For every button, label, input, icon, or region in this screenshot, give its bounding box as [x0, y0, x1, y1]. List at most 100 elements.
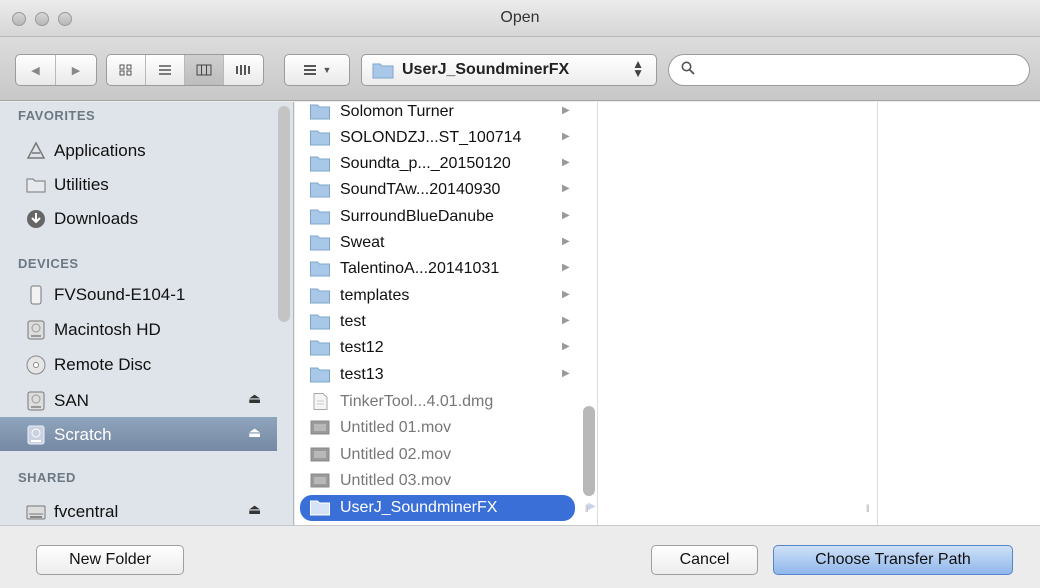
folder-icon — [310, 367, 330, 383]
sidebar-item-utilities[interactable]: Utilities — [0, 167, 277, 201]
toolbar: ◀ ▶ ▼ UserJ_SoundminerFX ▲ ▼ — [0, 37, 1040, 101]
coverflow-view-icon — [236, 65, 251, 75]
hard-disk-icon — [27, 425, 45, 445]
folder-icon — [310, 261, 330, 277]
browser-column-2: ll — [598, 102, 878, 525]
title-bar: Open — [0, 0, 1040, 37]
eject-icon[interactable]: ⏏ — [248, 390, 261, 407]
movie-file-icon — [310, 473, 330, 488]
list-item[interactable]: test12 ▶ — [300, 335, 575, 361]
hard-disk-icon — [27, 320, 45, 340]
column-1-scrollbar[interactable] — [583, 406, 595, 496]
cancel-button[interactable]: Cancel — [651, 545, 758, 575]
folder-icon — [310, 182, 330, 198]
sidebar-scrollbar[interactable] — [278, 106, 290, 322]
column-resize-grip[interactable]: ll — [866, 504, 870, 515]
path-popup[interactable]: UserJ_SoundminerFX ▲ ▼ — [361, 54, 657, 86]
folder-icon — [310, 156, 330, 172]
sidebar-item-label: Scratch — [54, 425, 112, 444]
server-icon — [26, 505, 46, 520]
icon-view-button[interactable] — [107, 55, 146, 85]
applications-icon — [26, 141, 46, 159]
search-field[interactable] — [668, 54, 1030, 86]
sidebar-section-devices: DEVICES — [18, 256, 79, 271]
sidebar-section-shared: SHARED — [18, 470, 76, 485]
forward-icon: ▶ — [71, 64, 81, 77]
arrange-button[interactable]: ▼ — [284, 54, 350, 86]
disclosure-arrow-icon: ▶ — [562, 341, 570, 352]
sidebar-item-label: FVSound-E104-1 — [54, 285, 186, 304]
browser-column-3 — [878, 102, 1040, 525]
sidebar: FAVORITES Applications Utilities Downloa… — [0, 102, 294, 525]
folder-icon — [310, 314, 330, 330]
list-item[interactable]: Untitled 03.mov — [300, 468, 575, 494]
list-item[interactable]: templates ▶ — [300, 283, 575, 309]
sidebar-item-macintosh-hd[interactable]: Macintosh HD — [0, 312, 277, 346]
back-button[interactable]: ◀ — [16, 55, 57, 85]
disclosure-arrow-icon: ▶ — [562, 289, 570, 300]
folder-icon — [26, 178, 46, 193]
list-item[interactable]: SurroundBlueDanube ▶ — [300, 204, 575, 230]
list-view-icon — [159, 65, 171, 75]
sidebar-item-scratch[interactable]: Scratch ⏏ — [0, 417, 277, 451]
sidebar-item-label: Downloads — [54, 209, 139, 228]
folder-icon — [310, 104, 330, 120]
column-view-button[interactable] — [185, 55, 224, 85]
search-input[interactable] — [703, 60, 1013, 80]
forward-button[interactable]: ▶ — [56, 55, 96, 85]
list-item[interactable]: Untitled 01.mov — [300, 415, 575, 441]
list-item[interactable]: Untitled 02.mov — [300, 442, 575, 468]
updown-arrows-icon: ▲ ▼ — [632, 57, 644, 80]
sidebar-item-label: Utilities — [54, 175, 109, 194]
search-icon — [681, 61, 695, 75]
list-item[interactable]: test ▶ — [300, 309, 575, 335]
list-item[interactable]: test13 ▶ — [300, 362, 575, 388]
list-item-selected[interactable]: UserJ_SoundminerFX ▶ — [300, 495, 596, 521]
list-item[interactable]: Sweat ▶ — [300, 230, 575, 256]
eject-icon[interactable]: ⏏ — [248, 424, 261, 441]
sidebar-section-favorites: FAVORITES — [18, 108, 96, 123]
sidebar-item-san[interactable]: SAN ⏏ — [0, 383, 277, 417]
sidebar-item-label: Remote Disc — [54, 355, 152, 374]
window-title: Open — [500, 9, 540, 26]
sidebar-item-fvcentral[interactable]: fvcentral ⏏ — [0, 494, 277, 525]
view-mode-control — [106, 54, 264, 86]
disclosure-arrow-icon: ▶ — [562, 262, 570, 273]
back-icon: ◀ — [31, 64, 40, 77]
list-item[interactable]: Soundta_p..._20150120 ▶ — [300, 151, 575, 177]
list-item[interactable]: TalentinoA...20141031 ▶ — [300, 256, 575, 282]
sidebar-item-applications[interactable]: Applications — [0, 133, 277, 167]
document-icon — [313, 393, 328, 410]
folder-icon — [310, 209, 330, 225]
coverflow-view-button[interactable] — [224, 55, 263, 85]
downloads-icon — [27, 210, 45, 228]
disclosure-arrow-icon: ▶ — [562, 368, 570, 379]
list-item[interactable]: SOLONDZJ...ST_100714 ▶ — [300, 125, 575, 151]
column-view-icon — [196, 64, 212, 76]
arrange-control: ▼ — [285, 55, 349, 85]
sidebar-item-remote-disc[interactable]: Remote Disc — [0, 347, 277, 381]
list-item[interactable]: TinkerTool...4.01.dmg — [300, 389, 575, 415]
disclosure-arrow-icon: ▶ — [588, 501, 596, 512]
sidebar-item-fvsound[interactable]: FVSound-E104-1 — [0, 277, 277, 311]
disclosure-arrow-icon: ▶ — [562, 236, 570, 247]
sidebar-item-label: fvcentral — [54, 502, 119, 521]
bottom-bar: New Folder Cancel Choose Transfer Path — [0, 525, 1040, 588]
new-folder-button[interactable]: New Folder — [36, 545, 184, 575]
chevron-down-icon: ▼ — [322, 65, 332, 75]
list-view-button[interactable] — [146, 55, 185, 85]
eject-icon[interactable]: ⏏ — [248, 501, 261, 518]
back-forward-control: ◀ ▶ — [15, 54, 97, 86]
choose-transfer-path-button[interactable]: Choose Transfer Path — [773, 545, 1013, 575]
disclosure-arrow-icon: ▶ — [562, 105, 570, 116]
icon-view-icon — [119, 64, 132, 76]
disclosure-arrow-icon: ▶ — [562, 183, 570, 194]
movie-file-icon — [310, 447, 330, 462]
list-item[interactable]: Solomon Turner ▶ — [300, 102, 575, 125]
hard-disk-icon — [27, 391, 45, 411]
list-item[interactable]: SoundTAw...20140930 ▶ — [300, 177, 575, 203]
column-resize-grip[interactable]: ll — [585, 504, 589, 515]
sidebar-item-label: SAN — [54, 391, 89, 410]
sidebar-item-downloads[interactable]: Downloads — [0, 201, 277, 235]
arrange-grid-icon — [303, 65, 316, 75]
